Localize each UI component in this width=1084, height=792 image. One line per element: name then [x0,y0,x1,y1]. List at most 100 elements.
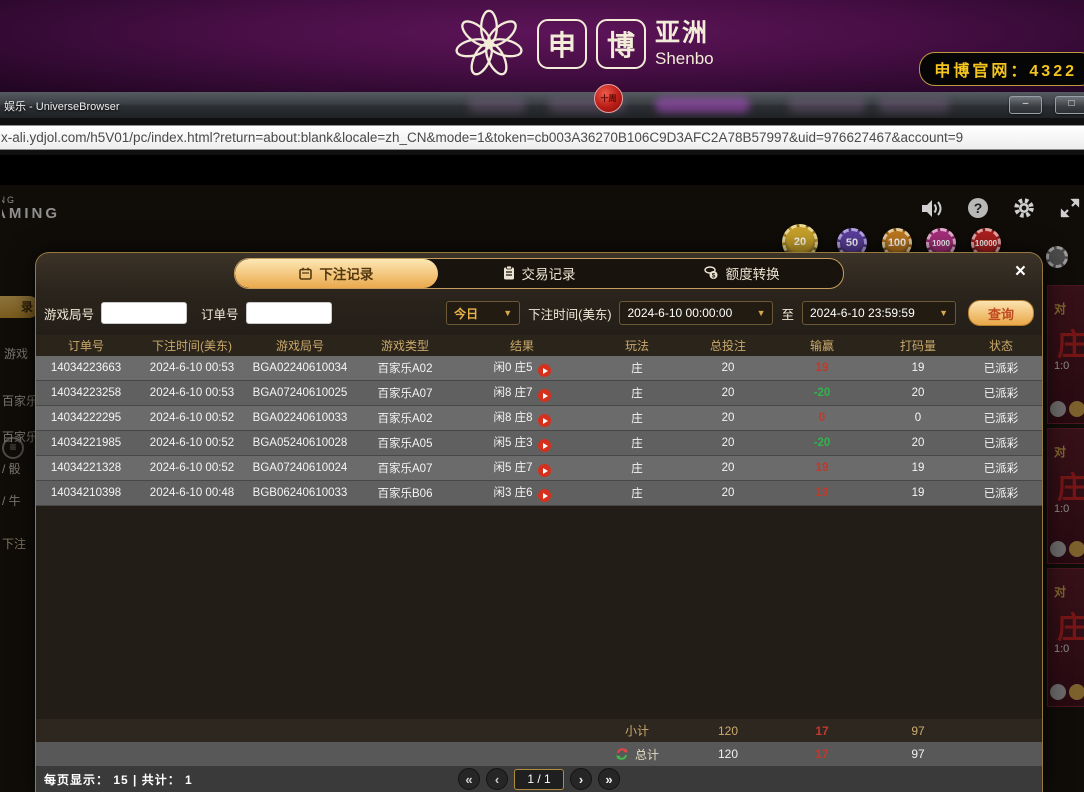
close-icon[interactable]: × [1015,261,1026,283]
total-bet: 120 [717,747,739,761]
table-row: 14034221328 2024-6-10 00:52 BGA07240610024… [36,456,1042,481]
table-cell: 百家乐A02 [377,363,433,375]
browser-titlebar: 娱乐 - UniverseBrowser – □ [0,92,1084,118]
url-input[interactable]: x-ali.ydjol.com/h5V01/pc/index.html?retu… [0,125,1084,150]
table-cell: 2024-6-10 00:52 [149,437,235,449]
table-cell: 0 [914,412,922,424]
logo-region-text: 亚洲 [655,19,710,47]
bet-records-modal: 下注记录 交易记录 $ 额度转换 × 游戏局号 订单号 今日 ▼ 下注时间(美东… [35,252,1043,792]
first-page-button[interactable]: « [458,768,480,790]
help-icon[interactable]: ? [966,197,990,219]
search-button[interactable]: 查询 [968,300,1034,326]
table-cell: 14034223258 [50,387,122,399]
date-range-select[interactable]: 今日 ▼ [446,301,521,325]
table-cell: 19 [911,462,925,474]
date-to-select[interactable]: 2024-6-10 23:59:59 ▼ [802,301,956,325]
minimize-button[interactable]: – [1009,96,1042,114]
last-page-button[interactable]: » [598,768,620,790]
table-cell: BGB06240610033 [252,487,348,499]
table-cell: 已派彩 [983,488,1019,500]
result-cell: 闲0 庄5 [458,359,586,378]
table-cell: BGA05240610028 [252,437,348,449]
chip-settings-icon[interactable] [1046,246,1068,268]
table-cell: 14034222295 [50,412,122,424]
fullscreen-icon[interactable] [1058,197,1082,219]
table-row: 14034222295 2024-6-10 00:52 BGA02240610033… [36,406,1042,431]
win-cell: -20 [813,437,831,449]
volume-icon[interactable] [920,197,944,219]
next-page-button[interactable]: › [570,768,592,790]
tab-credit-transfer[interactable]: $ 额度转换 [640,259,843,288]
table-cell: 已派彩 [983,363,1019,375]
play-video-icon[interactable] [537,439,551,453]
subtotal-row: 小计 120 17 97 [36,719,1042,742]
win-cell: -20 [813,387,831,399]
tab-transaction-records[interactable]: 交易记录 [438,259,641,288]
column-header: 玩法 [624,339,649,353]
blurred-nav-item [468,97,526,113]
provider-logo: GAMING GAMING [2,195,60,222]
page-indicator: 1 / 1 [514,768,564,790]
table-cell: 百家乐A05 [377,438,433,450]
table-row: 14034223258 2024-6-10 00:53 BGA07240610025… [36,381,1042,406]
date-from-select[interactable]: 2024-6-10 00:00:00 ▼ [619,301,774,325]
flower-logo-icon [455,9,523,76]
win-cell: 19 [815,362,829,374]
play-video-icon[interactable] [537,464,551,478]
total-turnover: 97 [911,747,925,761]
total-row: 总计 120 17 97 [36,742,1042,766]
result-cell: 闲3 庄6 [458,484,586,503]
play-video-icon[interactable] [537,364,551,378]
blurred-nav-item [788,97,866,113]
table-cell: 20 [911,387,925,399]
table-cell: 2024-6-10 00:48 [149,487,235,499]
table-cell: 庄 [631,363,643,375]
browser-urlband: x-ali.ydjol.com/h5V01/pc/index.html?retu… [0,118,1084,155]
win-cell: 0 [818,412,826,424]
total-label: 总计 [634,747,659,762]
chevron-down-icon: ▼ [503,308,513,318]
bet-time-label: 下注时间(美东) [528,307,612,322]
play-video-icon[interactable] [537,489,551,503]
table-cell: 19 [911,487,925,499]
table-cell: BGA02240610034 [252,362,348,374]
chevron-down-icon: ▼ [939,308,948,318]
result-cell: 闲5 庄7 [458,459,586,478]
site-header: 申 博 亚洲 Shenbo 申博官网：4322 [0,0,1084,92]
refresh-swap-icon[interactable] [615,747,629,761]
win-cell: 19 [815,462,829,474]
tab-bet-records[interactable]: 下注记录 [235,258,438,288]
table-cell: 已派彩 [983,463,1019,475]
prev-page-button[interactable]: ‹ [486,768,508,790]
table-cell: 庄 [631,463,643,475]
table-row: 14034210398 2024-6-10 00:48 BGB06240610033… [36,481,1042,506]
table-cell: 20 [911,437,925,449]
maximize-button[interactable]: □ [1055,96,1084,114]
table-cell: 20 [721,412,735,424]
table-cell: 已派彩 [983,413,1019,425]
play-video-icon[interactable] [537,414,551,428]
column-header: 总投注 [709,339,746,353]
table-cell: 20 [721,462,735,474]
round-number-input[interactable] [101,302,188,324]
to-label: 至 [781,307,794,322]
table-cell: 已派彩 [983,388,1019,400]
logo-english-text: Shenbo [655,49,714,68]
table-cell: BGA02240610033 [252,412,348,424]
order-number-input[interactable] [245,302,332,324]
table-header: 订单号 下注时间(美东) 游戏局号 游戏类型 结果 玩法 总投注 输赢 打码量 状态 [36,335,1042,356]
subtotal-turnover: 97 [911,723,925,738]
table-cell: 14034221328 [50,462,122,474]
table-cell: BGA07240610024 [252,462,348,474]
subtotal-win: 17 [815,723,829,738]
table-cell: 20 [721,387,735,399]
settings-gear-icon[interactable] [1012,197,1036,219]
play-video-icon[interactable] [537,389,551,403]
blurred-nav-item [655,97,750,113]
table-cell: 20 [721,437,735,449]
logo-char-2: 博 [596,19,646,69]
blurred-nav-item [878,97,950,113]
table-empty-area [36,506,1042,719]
column-header: 状态 [988,339,1013,353]
round-number-label: 游戏局号 [44,307,95,322]
